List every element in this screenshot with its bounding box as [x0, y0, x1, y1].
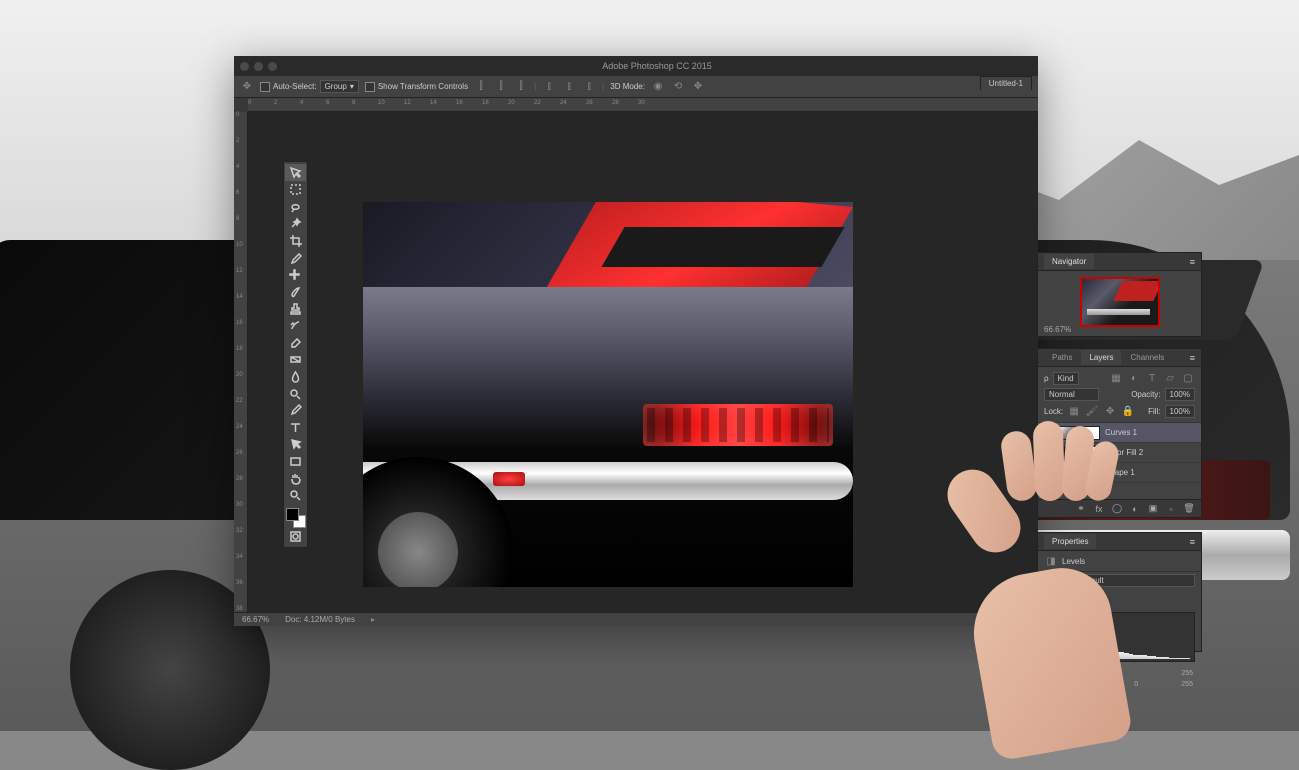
- lock-label: Lock:: [1044, 407, 1063, 416]
- output-high[interactable]: 255: [1181, 681, 1193, 688]
- blur-tool[interactable]: [285, 368, 306, 385]
- blend-mode-dropdown[interactable]: Normal: [1044, 388, 1099, 401]
- opacity-field[interactable]: 100%: [1165, 388, 1195, 401]
- rectangle-tool[interactable]: [285, 453, 306, 470]
- gradient-tool[interactable]: [285, 351, 306, 368]
- move-tool-icon: ✥: [240, 80, 254, 94]
- layer-name[interactable]: Curves 1: [1105, 428, 1137, 437]
- workspace: [248, 112, 1038, 612]
- lasso-tool[interactable]: [285, 198, 306, 215]
- eraser-tool[interactable]: [285, 334, 306, 351]
- move-tool[interactable]: [285, 164, 306, 181]
- minimize-window-button[interactable]: [254, 62, 263, 71]
- delete-layer-icon[interactable]: 🗑: [1183, 503, 1195, 515]
- show-transform-label: Show Transform Controls: [378, 82, 468, 91]
- mode-3d-icon[interactable]: ◉: [651, 80, 665, 94]
- lock-position-icon[interactable]: ✥: [1103, 404, 1117, 418]
- dodge-tool[interactable]: [285, 385, 306, 402]
- lock-all-icon[interactable]: 🔒: [1121, 404, 1135, 418]
- hand-tool[interactable]: [285, 470, 306, 487]
- history-brush-tool[interactable]: [285, 317, 306, 334]
- marquee-tool[interactable]: [285, 181, 306, 198]
- filter-adjust-icon[interactable]: ◐: [1127, 371, 1141, 385]
- opacity-label: Opacity:: [1131, 390, 1160, 399]
- mode-3d-label: 3D Mode:: [610, 82, 645, 91]
- document-tab[interactable]: Untitled-1: [980, 76, 1032, 90]
- auto-select-checkbox[interactable]: [260, 82, 270, 92]
- navigator-thumbnail[interactable]: [1080, 277, 1160, 327]
- quick-mask-tool[interactable]: [285, 528, 306, 545]
- zoom-tool[interactable]: [285, 487, 306, 504]
- pen-tool[interactable]: [285, 402, 306, 419]
- zoom-level[interactable]: 66.67%: [242, 615, 269, 624]
- status-bar: 66.67% Doc: 4.12M/0 Bytes ▸: [234, 612, 1038, 626]
- panel-menu-icon[interactable]: ≡: [1190, 537, 1195, 547]
- show-transform-checkbox[interactable]: [365, 82, 375, 92]
- eyedropper-tool[interactable]: [285, 249, 306, 266]
- auto-select-label: Auto-Select:: [273, 82, 317, 91]
- navigator-panel: Navigator ≡ 66.67%: [1037, 252, 1202, 337]
- navigator-zoom[interactable]: 66.67%: [1044, 325, 1071, 334]
- zoom-window-button[interactable]: [268, 62, 277, 71]
- chevron-right-icon[interactable]: ▸: [371, 615, 375, 624]
- brush-tool[interactable]: [285, 283, 306, 300]
- filter-smart-icon[interactable]: ▢: [1181, 371, 1195, 385]
- doc-info[interactable]: Doc: 4.12M/0 Bytes: [285, 615, 355, 624]
- color-swatches[interactable]: [286, 508, 306, 528]
- align-icon[interactable]: ⫿: [494, 80, 508, 94]
- tab-layers[interactable]: Layers: [1081, 350, 1121, 365]
- fill-label: Fill:: [1148, 407, 1160, 416]
- tab-paths[interactable]: Paths: [1044, 350, 1080, 365]
- input-high[interactable]: 255: [1181, 670, 1193, 677]
- healing-tool[interactable]: [285, 266, 306, 283]
- mode-3d-icon[interactable]: ✥: [691, 80, 705, 94]
- close-window-button[interactable]: [240, 62, 249, 71]
- ruler-horizontal[interactable]: 024681012141618202224262830: [248, 98, 1038, 112]
- distribute-icon[interactable]: ⫾: [542, 80, 556, 94]
- filter-type-icon[interactable]: T: [1145, 371, 1159, 385]
- filter-shape-icon[interactable]: ▱: [1163, 371, 1177, 385]
- type-tool[interactable]: [285, 419, 306, 436]
- canvas[interactable]: [363, 202, 853, 587]
- lock-transparency-icon[interactable]: ▦: [1067, 404, 1081, 418]
- distribute-icon[interactable]: ⫾: [562, 80, 576, 94]
- wand-tool[interactable]: [285, 215, 306, 232]
- mode-3d-icon[interactable]: ⟲: [671, 80, 685, 94]
- titlebar[interactable]: Adobe Photoshop CC 2015: [234, 56, 1038, 76]
- fill-field[interactable]: 100%: [1165, 405, 1195, 418]
- tab-channels[interactable]: Channels: [1122, 350, 1172, 365]
- auto-select-dropdown[interactable]: Group▾: [320, 80, 359, 93]
- lock-pixels-icon[interactable]: 🖌: [1085, 404, 1099, 418]
- new-layer-icon[interactable]: ▫: [1165, 503, 1177, 515]
- path-select-tool[interactable]: [285, 436, 306, 453]
- crop-tool[interactable]: [285, 232, 306, 249]
- ruler-vertical[interactable]: 02468101214161820222426283032343638: [234, 112, 248, 612]
- panel-menu-icon[interactable]: ≡: [1190, 257, 1195, 267]
- foreground-color-swatch[interactable]: [286, 508, 299, 521]
- stamp-tool[interactable]: [285, 300, 306, 317]
- distribute-icon[interactable]: ⫾: [582, 80, 596, 94]
- align-icon[interactable]: ⫿: [474, 80, 488, 94]
- tab-navigator[interactable]: Navigator: [1044, 254, 1094, 269]
- layer-filter-dropdown[interactable]: Kind: [1053, 372, 1079, 385]
- tools-panel: [283, 161, 308, 548]
- filter-image-icon[interactable]: ▦: [1109, 371, 1123, 385]
- align-icon[interactable]: ⫿: [514, 80, 528, 94]
- hand-illustration: [949, 471, 1149, 751]
- app-title: Adobe Photoshop CC 2015: [282, 61, 1032, 71]
- photoshop-window: Adobe Photoshop CC 2015 Untitled-1 ✥ Aut…: [234, 56, 1038, 626]
- options-bar: ✥ Auto-Select: Group▾ Show Transform Con…: [234, 76, 1038, 98]
- panel-menu-icon[interactable]: ≡: [1190, 353, 1195, 363]
- canvas-image: [363, 202, 853, 587]
